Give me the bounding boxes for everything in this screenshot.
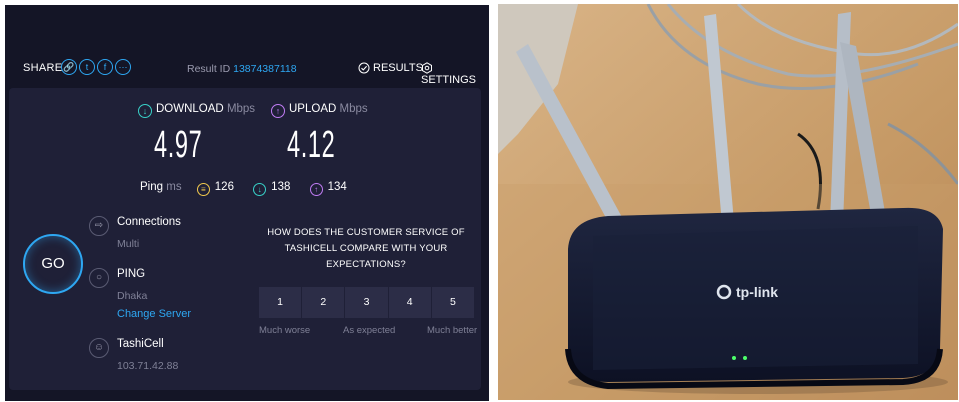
download-unit: Mbps <box>226 103 256 115</box>
router-brand-text: tp-link <box>736 284 778 300</box>
rating-option-5[interactable]: 5 <box>431 287 475 318</box>
go-button[interactable]: GO <box>23 234 83 294</box>
change-server-link[interactable]: Change Server <box>117 308 191 320</box>
download-ping-icon: ↓ <box>253 183 267 196</box>
speedtest-panel: SHARE 🔗 t f ⋯ Result ID 13874387118 RESU… <box>5 5 489 401</box>
share-label: SHARE <box>23 62 63 74</box>
upload-header: ↑ UPLOAD Mbps <box>271 103 368 118</box>
ping-upload-value: 134 <box>327 181 347 193</box>
ping-upload: ↑ 134 <box>309 181 347 196</box>
ping-download-value: 138 <box>271 181 291 193</box>
result-id-link[interactable]: 13874387118 <box>233 63 296 75</box>
gear-icon <box>422 62 432 74</box>
idle-ping-icon: ≡ <box>196 183 210 196</box>
router-photo: tp-link <box>498 4 958 400</box>
ping-label: Ping <box>140 181 164 193</box>
upload-label: UPLOAD <box>289 103 337 115</box>
upload-unit: Mbps <box>339 103 368 115</box>
rating-option-1[interactable]: 1 <box>259 287 302 318</box>
more-icon[interactable]: ⋯ <box>115 59 131 75</box>
upload-speed: 4.12 <box>287 124 336 166</box>
server-title: PING <box>117 268 146 280</box>
upload-ping-icon: ↑ <box>309 183 323 196</box>
header-bar: SHARE 🔗 t f ⋯ Result ID 13874387118 RESU… <box>5 5 489 86</box>
twitter-icon[interactable]: t <box>79 59 95 75</box>
settings-label: SETTINGS <box>421 74 477 86</box>
connections-icon: ⇨ <box>89 216 109 236</box>
check-circle-icon <box>358 62 370 74</box>
ping-download: ↓ 138 <box>253 181 291 196</box>
link-icon[interactable]: 🔗 <box>61 59 77 75</box>
user-icon: ☺ <box>89 338 109 358</box>
download-label: DOWNLOAD <box>156 103 224 115</box>
result-id-prefix: Result ID <box>187 63 231 75</box>
connections-value: Multi <box>117 238 140 250</box>
upload-arrow-icon: ↑ <box>271 104 285 118</box>
survey-question: HOW DOES THE CUSTOMER SERVICE OF TASHICE… <box>267 227 465 270</box>
results-card: ↓ DOWNLOAD Mbps ↑ UPLOAD Mbps 4.97 4.12 Pi… <box>9 88 481 390</box>
result-id: Result ID 13874387118 <box>187 63 297 75</box>
provider-ip: 103.71.42.88 <box>117 360 179 372</box>
rating-option-3[interactable]: 3 <box>345 287 388 318</box>
connections-title: Connections <box>117 216 181 228</box>
globe-icon: ○ <box>89 268 109 288</box>
results-button[interactable]: RESULTS <box>358 62 423 74</box>
rating-option-2[interactable]: 2 <box>302 287 345 318</box>
scale-low-label: Much worse <box>259 325 311 336</box>
ping-unit: ms <box>166 181 182 193</box>
facebook-icon[interactable]: f <box>97 59 113 75</box>
settings-button[interactable]: SETTINGS <box>421 62 489 86</box>
download-speed: 4.97 <box>154 124 203 166</box>
ping-idle: ≡ 126 <box>196 181 234 196</box>
download-arrow-icon: ↓ <box>138 104 152 118</box>
ping-row: Ping ms ≡ 126 ↓ 138 ↑ 134 <box>140 181 363 196</box>
provider-name: TashiCell <box>117 338 164 350</box>
rating-scale: 1 2 3 4 5 <box>259 287 475 318</box>
scale-mid-label: As expected <box>343 325 396 336</box>
ping-idle-value: 126 <box>214 181 234 193</box>
rating-option-4[interactable]: 4 <box>388 287 431 318</box>
results-label: RESULTS <box>373 62 423 74</box>
scale-high-label: Much better <box>427 325 478 336</box>
download-header: ↓ DOWNLOAD Mbps <box>138 103 255 118</box>
server-location: Dhaka <box>117 290 148 302</box>
